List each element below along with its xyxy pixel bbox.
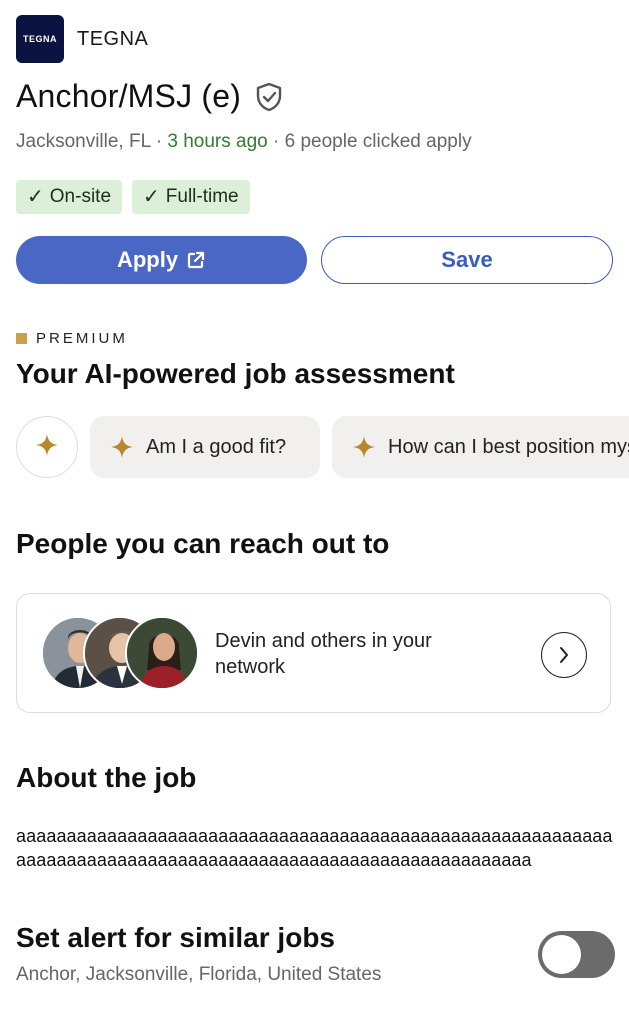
premium-icon <box>16 333 27 344</box>
people-heading: People you can reach out to <box>16 528 390 559</box>
meta-separator: · <box>150 131 168 152</box>
posted-time: 3 hours ago <box>167 131 268 152</box>
ai-prompt-label: Am I a good fit? <box>146 435 287 458</box>
sparkle-icon <box>35 433 59 462</box>
job-meta: Jacksonville, FL · 3 hours ago · 6 peopl… <box>16 131 472 153</box>
apply-label: Apply <box>116 247 179 272</box>
applicant-count: 6 people clicked apply <box>284 131 472 152</box>
chip-label: On-site <box>49 185 112 207</box>
network-card[interactable]: Devin and others in your network <box>16 593 611 713</box>
network-text: Devin and others in your network <box>215 630 432 678</box>
job-description: aaaaaaaaaaaaaaaaaaaaaaaaaaaaaaaaaaaaaaaa… <box>16 826 613 870</box>
sparkle-icon <box>110 435 134 459</box>
premium-label: PREMIUM <box>36 330 128 347</box>
ai-prompt-label: How can I best position myself for this … <box>388 435 629 458</box>
job-location: Jacksonville, FL <box>16 131 151 152</box>
ai-prompt-good-fit[interactable]: Am I a good fit? <box>90 416 320 478</box>
premium-badge: PREMIUM <box>16 330 128 347</box>
avatar-stack <box>41 616 201 690</box>
job-alert-toggle[interactable] <box>538 931 615 978</box>
toggle-knob <box>542 935 581 974</box>
job-attributes: ✓ On-site ✓ Full-time <box>16 180 250 214</box>
job-alert-criteria: Anchor, Jacksonville, Florida, United St… <box>16 964 382 985</box>
chip-workplace: ✓ On-site <box>16 180 123 214</box>
ai-assistant-button[interactable] <box>16 416 78 478</box>
checkmark-icon: ✓ <box>143 186 160 208</box>
company-logo[interactable]: TEGNA <box>16 15 64 63</box>
shield-check-icon[interactable] <box>255 82 283 112</box>
chip-label: Full-time <box>165 185 239 207</box>
chevron-right-icon[interactable] <box>541 632 587 678</box>
apply-button[interactable]: Apply <box>16 236 307 284</box>
save-button[interactable]: Save <box>321 236 613 284</box>
avatar <box>125 616 199 690</box>
meta-separator: · <box>267 131 285 152</box>
external-link-icon <box>186 250 206 270</box>
ai-prompt-carousel: Am I a good fit? How can I best position… <box>16 416 629 480</box>
about-heading: About the job <box>16 762 197 793</box>
job-title: Anchor/MSJ (e) <box>16 78 242 114</box>
chip-job-type: ✓ Full-time <box>132 180 250 214</box>
ai-assessment-heading: Your AI-powered job assessment <box>16 358 455 389</box>
job-alert-title: Set alert for similar jobs <box>16 922 335 953</box>
company-header[interactable]: TEGNA TEGNA <box>16 15 148 63</box>
ai-prompt-position[interactable]: How can I best position myself for this … <box>332 416 629 478</box>
job-title-row: Anchor/MSJ (e) <box>16 78 283 115</box>
sparkle-icon <box>352 435 376 459</box>
action-buttons: Apply Save <box>16 236 613 284</box>
checkmark-icon: ✓ <box>27 186 44 208</box>
company-name[interactable]: TEGNA <box>77 28 148 51</box>
